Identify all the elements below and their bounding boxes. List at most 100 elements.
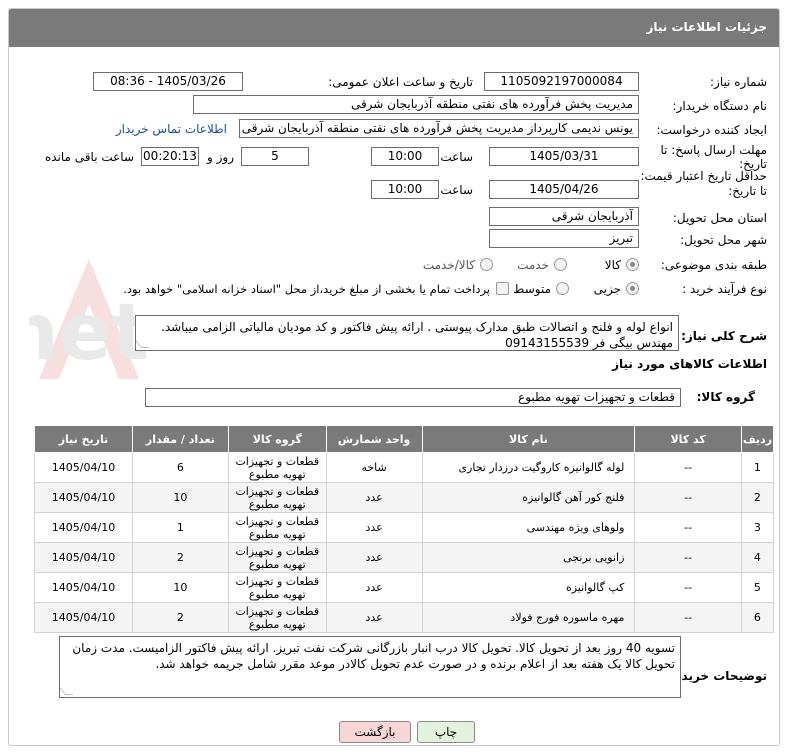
need-number-field: 1105092197000084 xyxy=(484,72,639,91)
price-date-field: 1405/04/26 xyxy=(489,180,639,199)
cell-unit: عدد xyxy=(325,572,423,603)
reply-deadline-label-line1: مهلت ارسال پاسخ: تا xyxy=(660,143,767,157)
cell-code: -- xyxy=(634,482,742,513)
category-service-label: خدمت xyxy=(517,258,549,272)
cell-row-number: 3 xyxy=(740,512,775,543)
cell-unit: عدد xyxy=(325,602,423,633)
back-button[interactable]: بازگشت xyxy=(339,721,411,743)
buyer-contact-link[interactable]: اطلاعات تماس خریدار xyxy=(116,122,227,136)
goods-section-title: اطلاعات کالاهای مورد نیاز xyxy=(612,357,767,371)
panel-title: جزئیات اطلاعات نیاز xyxy=(646,20,767,34)
cell-name: فلنج کور آهن گالوانیزه xyxy=(421,482,636,513)
remaining-time-field: 00:20:13 xyxy=(141,147,199,166)
category-goods-label: کالا xyxy=(604,258,621,272)
cell-qty: 1 xyxy=(132,512,229,543)
process-medium-radio[interactable] xyxy=(556,282,569,295)
announce-datetime-field: 1405/03/26 - 08:36 xyxy=(93,72,243,91)
cell-row-number: 5 xyxy=(740,572,775,603)
category-goods-radio[interactable] xyxy=(626,258,639,271)
col-qty: تعداد / مقدار xyxy=(132,425,229,453)
cell-date: 1405/04/10 xyxy=(34,482,133,513)
cell-name: کپ گالوانیزه xyxy=(421,572,636,603)
cell-row-number: 6 xyxy=(740,602,775,633)
cell-date: 1405/04/10 xyxy=(34,452,133,483)
cell-qty: 10 xyxy=(132,572,229,603)
cell-group: قطعات و تجهیزات تهویه مطبوع xyxy=(227,452,327,483)
col-code: کد کالا xyxy=(634,425,742,453)
category-label: طبقه بندی موضوعی: xyxy=(660,258,767,272)
watermark-text: AriaTender.net xyxy=(29,288,149,378)
buyer-org-label: نام دستگاه خریدار: xyxy=(672,99,768,113)
days-label: روز و xyxy=(207,150,234,164)
cell-unit: عدد xyxy=(325,512,423,543)
goods-group-label: گروه کالا: xyxy=(696,390,755,404)
table-row: 4 -- زانویی برنجی عدد قطعات و تجهیزات تهویه … xyxy=(34,542,775,573)
buyer-notes-textarea[interactable]: تسویه 40 روز بعد از تحویل کالا. تحویل کا… xyxy=(59,636,681,698)
category-service-radio[interactable] xyxy=(554,258,567,271)
cell-unit: عدد xyxy=(325,482,423,513)
price-deadline-label-line1: حداقل تاریخ اعتبار قیمت: xyxy=(640,169,767,183)
process-minor-radio[interactable] xyxy=(626,282,639,295)
creator-label: ایجاد کننده درخواست: xyxy=(656,123,767,137)
col-row: ردیف xyxy=(740,425,775,453)
category-goods-service-radio[interactable] xyxy=(480,258,493,271)
cell-date: 1405/04/10 xyxy=(34,542,133,573)
remaining-time-label: ساعت باقی مانده xyxy=(44,150,134,164)
price-time-field: 10:00 xyxy=(371,180,439,199)
process-medium-label: متوسط xyxy=(513,282,551,296)
cell-group: قطعات و تجهیزات تهویه مطبوع xyxy=(227,512,327,543)
cell-name: مهره ماسوره فورج فولاد xyxy=(421,602,636,633)
resize-grip-icon[interactable] xyxy=(136,340,150,348)
cell-date: 1405/04/10 xyxy=(34,602,133,633)
cell-name: لوله گالوانیزه کاروگیت درزدار تجاری xyxy=(421,452,636,483)
goods-table-body: 1 -- لوله گالوانیزه کاروگیت درزدار تجاری شا… xyxy=(34,452,775,633)
cell-group: قطعات و تجهیزات تهویه مطبوع xyxy=(227,542,327,573)
cell-name: زانویی برنجی xyxy=(421,542,636,573)
table-row: 6 -- مهره ماسوره فورج فولاد عدد قطعات و تجهی… xyxy=(34,602,775,633)
cell-code: -- xyxy=(634,452,742,483)
remaining-days-field: 5 xyxy=(241,147,309,166)
col-name: نام کالا xyxy=(421,425,636,453)
province-field: آذربایجان شرقی xyxy=(489,207,639,226)
watermark-a-shape xyxy=(39,259,139,379)
cell-code: -- xyxy=(634,602,742,633)
table-row: 2 -- فلنج کور آهن گالوانیزه عدد قطعات و تجهی… xyxy=(34,482,775,513)
table-row: 1 -- لوله گالوانیزه کاروگیت درزدار تجاری شا… xyxy=(34,452,775,483)
cell-unit: شاخه xyxy=(325,452,423,483)
reply-time-field: 10:00 xyxy=(371,147,439,166)
cell-code: -- xyxy=(634,542,742,573)
city-field: تبریز xyxy=(489,229,639,248)
cell-group: قطعات و تجهیزات تهویه مطبوع xyxy=(227,482,327,513)
buyer-notes-text: تسویه 40 روز بعد از تحویل کالا. تحویل کا… xyxy=(72,641,675,671)
cell-name: ولوهای ویژه مهندسی xyxy=(421,512,636,543)
cell-row-number: 1 xyxy=(740,452,775,483)
resize-grip-icon[interactable] xyxy=(60,687,74,695)
need-details-panel: جزئیات اطلاعات نیاز AriaTender.net شماره… xyxy=(8,8,780,746)
description-textarea[interactable]: انواع لوله و فلنج و اتصالات طبق مدارک پی… xyxy=(135,315,679,351)
treasury-payment-checkbox[interactable] xyxy=(496,282,509,295)
treasury-payment-note: پرداخت تمام یا بخشی از مبلغ خرید،از محل … xyxy=(123,282,490,296)
cell-unit: عدد xyxy=(325,542,423,573)
cell-qty: 2 xyxy=(132,542,229,573)
reply-time-label: ساعت xyxy=(440,150,473,164)
table-row: 5 -- کپ گالوانیزه عدد قطعات و تجهیزات تهویه … xyxy=(34,572,775,603)
category-goods-service-label: کالا/خدمت xyxy=(422,258,475,272)
cell-row-number: 2 xyxy=(740,482,775,513)
col-date: تاریخ نیاز xyxy=(34,425,133,453)
buyer-org-field: مدیریت پخش فرآورده های نفتی منطقه آذربای… xyxy=(193,95,639,114)
cell-date: 1405/04/10 xyxy=(34,572,133,603)
cell-row-number: 4 xyxy=(740,542,775,573)
cell-qty: 2 xyxy=(132,602,229,633)
process-label: نوع فرآیند خرید : xyxy=(682,282,767,296)
goods-group-field: قطعات و تجهیزات تهویه مطبوع xyxy=(145,388,681,407)
print-button[interactable]: چاپ xyxy=(417,721,475,743)
table-row: 3 -- ولوهای ویژه مهندسی عدد قطعات و تجهیزات … xyxy=(34,512,775,543)
cell-group: قطعات و تجهیزات تهویه مطبوع xyxy=(227,602,327,633)
description-text: انواع لوله و فلنج و اتصالات طبق مدارک پی… xyxy=(161,320,673,350)
cell-date: 1405/04/10 xyxy=(34,512,133,543)
goods-table-header: ردیف کد کالا نام کالا واحد شمارش گروه کا… xyxy=(34,425,775,453)
creator-field: یونس ندیمی کارپرداز مدیریت پخش فرآورده ه… xyxy=(239,119,639,138)
col-group: گروه کالا xyxy=(227,425,327,453)
goods-table: ردیف کد کالا نام کالا واحد شمارش گروه کا… xyxy=(34,425,775,633)
price-deadline-label-line2: تا تاریخ: xyxy=(728,184,767,198)
